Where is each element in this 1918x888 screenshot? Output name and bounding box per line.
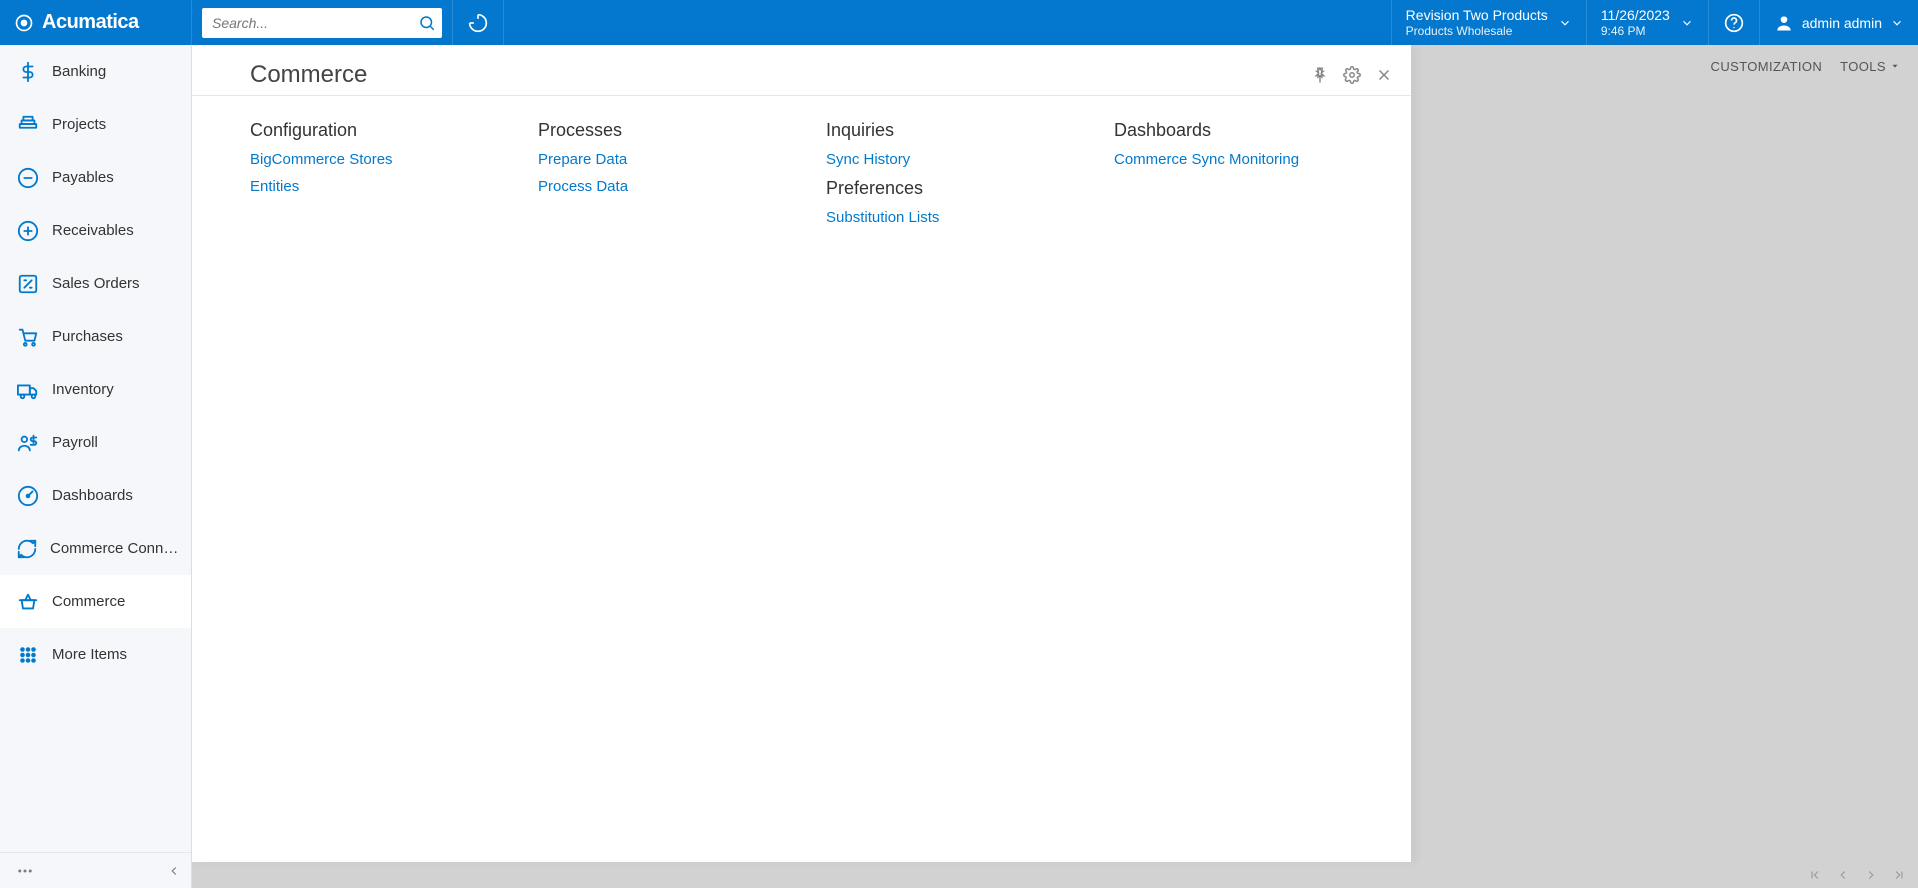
- chevron-down-icon: [1558, 16, 1572, 30]
- search-icon[interactable]: [418, 14, 436, 32]
- brand-text: Acumatica: [42, 11, 139, 34]
- section-heading: Inquiries: [826, 120, 1096, 141]
- circle-plus-icon: [16, 220, 40, 242]
- sidebar-item-label: Banking: [52, 63, 106, 80]
- user-name: admin admin: [1802, 15, 1882, 31]
- search-container: [192, 0, 452, 45]
- ellipsis-icon[interactable]: [16, 862, 34, 880]
- layers-icon: [16, 114, 40, 136]
- sidebar-item-commerce-connec[interactable]: Commerce Connec...: [0, 522, 191, 575]
- tenant-selector[interactable]: Revision Two Products Products Wholesale: [1392, 0, 1586, 45]
- pager: [1796, 862, 1918, 888]
- sidebar: Banking Projects Payables Receivables Sales …: [0, 45, 192, 888]
- sidebar-item-label: Sales Orders: [52, 275, 140, 292]
- workspace-flyout: Commerce Configuration BigCommerce Stores…: [192, 45, 1412, 862]
- sidebar-item-label: Payables: [52, 169, 114, 186]
- tenant-line2: Products Wholesale: [1406, 24, 1548, 38]
- link-sync-history[interactable]: Sync History: [826, 151, 1096, 168]
- clock-section[interactable]: 11/26/2023 9:46 PM: [1587, 0, 1708, 45]
- brand-icon: [14, 13, 34, 33]
- people-dollar-icon: [16, 432, 40, 454]
- activity-button[interactable]: [453, 0, 503, 45]
- edit-square-icon: [16, 273, 40, 295]
- dollar-icon: [16, 61, 40, 83]
- flyout-column: Configuration BigCommerce Stores Entities: [250, 116, 520, 205]
- sidebar-item-dashboards[interactable]: Dashboards: [0, 469, 191, 522]
- app-header: Acumatica Revision Two Products Products…: [0, 0, 1918, 45]
- link-entities[interactable]: Entities: [250, 178, 520, 195]
- user-menu[interactable]: admin admin: [1760, 0, 1918, 45]
- flyout-column: Processes Prepare Data Process Data: [538, 116, 808, 205]
- link-process-data[interactable]: Process Data: [538, 178, 808, 195]
- sidebar-item-label: Purchases: [52, 328, 123, 345]
- circle-minus-icon: [16, 167, 40, 189]
- flyout-header: Commerce: [192, 45, 1411, 96]
- pager-first[interactable]: [1802, 864, 1828, 886]
- chevron-down-icon: [1890, 16, 1904, 30]
- grid-icon: [16, 644, 40, 666]
- link-bigcommerce-stores[interactable]: BigCommerce Stores: [250, 151, 520, 168]
- help-button[interactable]: [1709, 0, 1759, 45]
- pin-button[interactable]: [1311, 66, 1329, 84]
- tools-label: TOOLS: [1840, 59, 1886, 74]
- header-spacer: [504, 0, 1391, 45]
- sidebar-footer: [0, 852, 191, 888]
- gauge-icon: [16, 485, 40, 507]
- settings-button[interactable]: [1343, 66, 1361, 84]
- close-button[interactable]: [1375, 66, 1393, 84]
- link-prepare-data[interactable]: Prepare Data: [538, 151, 808, 168]
- section-heading: Dashboards: [1114, 120, 1384, 141]
- clock-time: 9:46 PM: [1601, 24, 1670, 38]
- section-heading: Processes: [538, 120, 808, 141]
- search-input[interactable]: [202, 8, 442, 38]
- sidebar-item-label: Receivables: [52, 222, 134, 239]
- sidebar-item-label: More Items: [52, 646, 127, 663]
- sidebar-item-sales-orders[interactable]: Sales Orders: [0, 257, 191, 310]
- sidebar-item-payroll[interactable]: Payroll: [0, 416, 191, 469]
- truck-icon: [16, 379, 40, 401]
- sidebar-item-banking[interactable]: Banking: [0, 45, 191, 98]
- sidebar-item-label: Commerce Connec...: [50, 540, 179, 557]
- sidebar-item-payables[interactable]: Payables: [0, 151, 191, 204]
- chevron-down-icon: [1680, 16, 1694, 30]
- sync-icon: [16, 538, 38, 560]
- cart-icon: [16, 326, 40, 348]
- flyout-column: Dashboards Commerce Sync Monitoring: [1114, 116, 1384, 178]
- flyout-body: Configuration BigCommerce Stores Entities P…: [192, 96, 1411, 862]
- link-substitution-lists[interactable]: Substitution Lists: [826, 209, 1096, 226]
- tenant-line1: Revision Two Products: [1406, 7, 1548, 24]
- search-wrapper: [202, 8, 442, 38]
- sidebar-item-label: Payroll: [52, 434, 98, 451]
- pager-last[interactable]: [1886, 864, 1912, 886]
- user-icon: [1774, 13, 1794, 33]
- basket-icon: [16, 591, 40, 613]
- section-heading: Preferences: [826, 178, 1096, 199]
- section-heading: Configuration: [250, 120, 520, 141]
- flyout-actions: [1311, 66, 1393, 84]
- sidebar-item-commerce[interactable]: Commerce: [0, 575, 191, 628]
- sidebar-item-more-items[interactable]: More Items: [0, 628, 191, 681]
- clock-date: 11/26/2023: [1601, 7, 1670, 24]
- sidebar-scroll: Banking Projects Payables Receivables Sales …: [0, 45, 191, 852]
- flyout-title: Commerce: [250, 61, 367, 89]
- customization-menu[interactable]: CUSTOMIZATION: [1711, 59, 1823, 74]
- pager-prev[interactable]: [1830, 864, 1856, 886]
- collapse-sidebar-button[interactable]: [167, 864, 181, 878]
- pager-next[interactable]: [1858, 864, 1884, 886]
- sidebar-item-label: Dashboards: [52, 487, 133, 504]
- sidebar-item-purchases[interactable]: Purchases: [0, 310, 191, 363]
- tools-menu[interactable]: TOOLS: [1840, 59, 1900, 74]
- sidebar-item-label: Inventory: [52, 381, 114, 398]
- sidebar-item-label: Projects: [52, 116, 106, 133]
- background-toolbar: CUSTOMIZATION TOOLS: [1693, 45, 1918, 87]
- sidebar-item-projects[interactable]: Projects: [0, 98, 191, 151]
- body-area: Banking Projects Payables Receivables Sales …: [0, 45, 1918, 888]
- brand-logo[interactable]: Acumatica: [0, 0, 192, 45]
- sidebar-item-inventory[interactable]: Inventory: [0, 363, 191, 416]
- sidebar-item-receivables[interactable]: Receivables: [0, 204, 191, 257]
- link-commerce-sync-monitoring[interactable]: Commerce Sync Monitoring: [1114, 151, 1384, 168]
- flyout-column: Inquiries Sync History Preferences Substitu…: [826, 116, 1096, 236]
- sidebar-item-label: Commerce: [52, 593, 125, 610]
